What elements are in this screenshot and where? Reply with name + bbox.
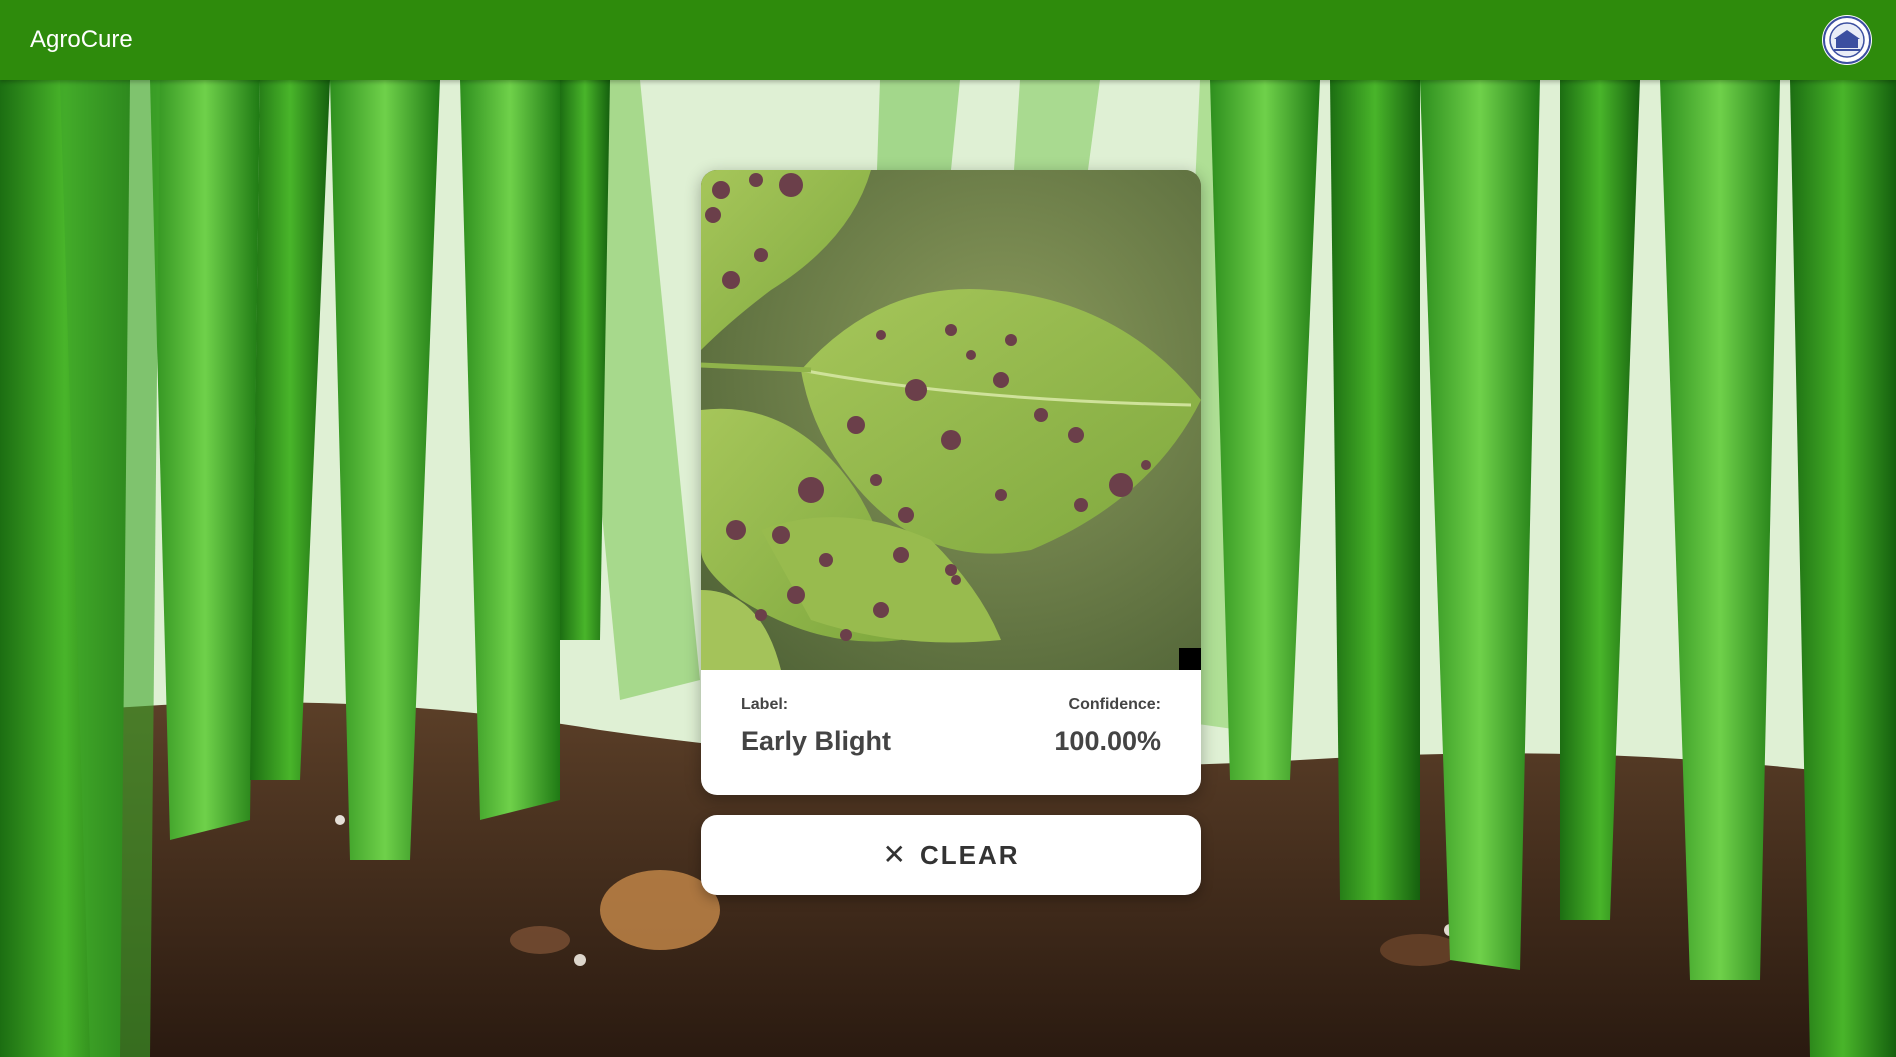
confidence-caption: Confidence:: [1068, 696, 1161, 713]
label-group: Label: Early Blight: [741, 696, 891, 757]
clear-button-label: CLEAR: [919, 839, 1020, 870]
prediction-card: Label: Early Blight Confidence: 100.00%: [701, 170, 1201, 795]
confidence-group: Confidence: 100.00%: [1054, 696, 1161, 757]
university-seal-icon: [1822, 15, 1872, 65]
close-icon: ✕: [882, 839, 906, 870]
confidence-value: 100.00%: [1054, 726, 1161, 756]
app-title: AgroCure: [30, 26, 133, 53]
label-value: Early Blight: [741, 726, 892, 756]
label-caption: Label:: [741, 696, 789, 713]
prediction-result: Label: Early Blight Confidence: 100.00%: [701, 670, 1201, 795]
app-bar: AgroCure: [0, 0, 1896, 80]
uploaded-leaf-image: [701, 170, 1201, 670]
clear-button[interactable]: ✕ CLEAR: [701, 815, 1201, 895]
